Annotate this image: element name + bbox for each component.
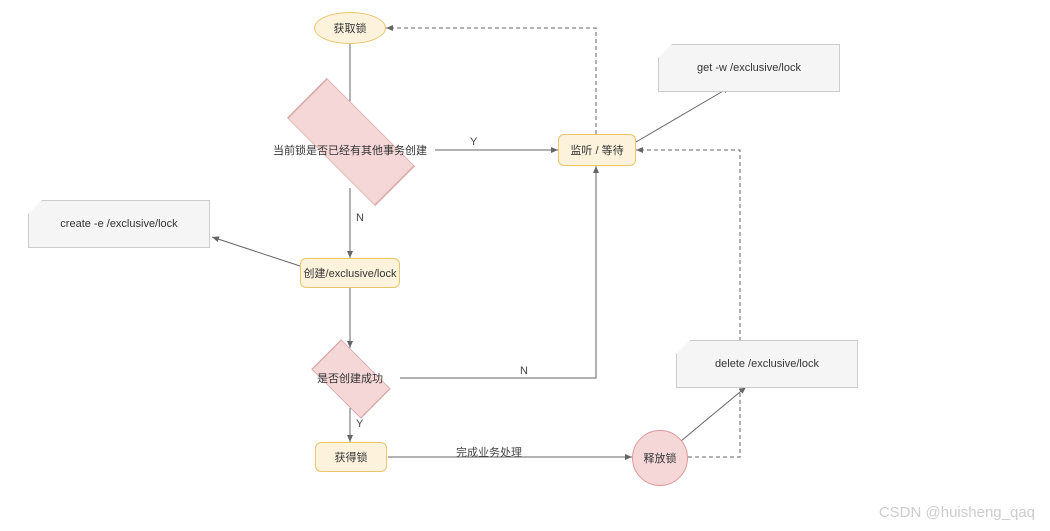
edge-label-n1: N [356, 212, 364, 224]
edge-layer [0, 0, 1050, 531]
note-create-text: create -e /exclusive/lock [60, 218, 177, 230]
note-delete-text: delete /exclusive/lock [715, 358, 819, 370]
node-check-ok-label: 是否创建成功 [317, 370, 383, 386]
node-check-exists: 当前锁是否已经有其他事务创建 [265, 112, 435, 188]
node-got-label: 获得锁 [335, 449, 368, 465]
node-check-exists-label: 当前锁是否已经有其他事务创建 [273, 142, 427, 158]
edge-label-n2: N [520, 365, 528, 377]
node-got: 获得锁 [315, 442, 387, 472]
node-listen-label: 监听 / 等待 [570, 142, 623, 158]
note-get-text: get -w /exclusive/lock [697, 62, 801, 74]
note-get: get -w /exclusive/lock [658, 44, 840, 92]
node-create-label: 创建/exclusive/lock [304, 265, 397, 281]
node-listen: 监听 / 等待 [558, 134, 636, 166]
note-create: create -e /exclusive/lock [28, 200, 210, 248]
node-start-label: 获取锁 [334, 20, 367, 36]
note-delete: delete /exclusive/lock [676, 340, 858, 388]
node-release-label: 释放锁 [644, 450, 677, 466]
node-create: 创建/exclusive/lock [300, 258, 400, 288]
node-release: 释放锁 [632, 430, 688, 486]
edge-label-y1: Y [470, 136, 477, 148]
edge-label-y2: Y [356, 418, 363, 430]
edge-label-done: 完成业务处理 [456, 444, 522, 460]
node-check-ok: 是否创建成功 [300, 348, 400, 408]
node-start: 获取锁 [314, 12, 386, 44]
watermark: CSDN @huisheng_qaq [879, 504, 1035, 521]
flowchart-canvas: 获取锁 当前锁是否已经有其他事务创建 监听 / 等待 创建/exclusive/… [0, 0, 1050, 531]
